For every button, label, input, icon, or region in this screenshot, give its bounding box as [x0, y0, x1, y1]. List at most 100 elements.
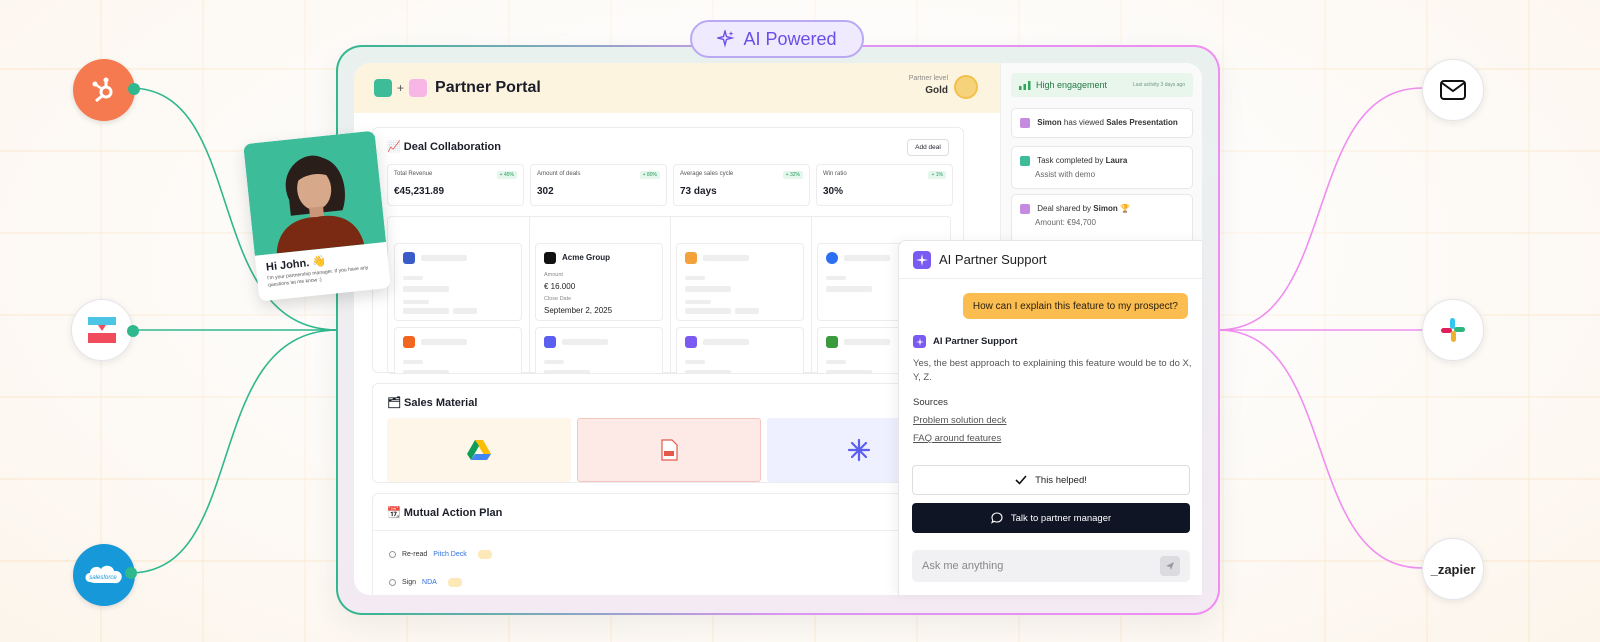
partner-manager-photo: [243, 130, 387, 256]
activity-user: Laura: [1105, 156, 1128, 166]
section-title: Mutual Action Plan: [403, 507, 503, 519]
hubspot-integration[interactable]: [73, 59, 135, 121]
activity-item[interactable]: Task completed by Laura Assist with demo: [1011, 146, 1193, 189]
zapier-integration[interactable]: _zapier: [1422, 538, 1484, 600]
avatar: [1020, 204, 1030, 214]
engagement-meta: Last activity 3 days ago: [1133, 82, 1185, 88]
metric-card: Win ratio + 1% 30%: [816, 164, 953, 206]
activity-text: Deal shared by: [1037, 204, 1092, 214]
metric-delta: + 32%: [782, 171, 803, 179]
sales-material-title: 🗂 Sales Material: [387, 396, 477, 409]
plan-item-text: Sign: [402, 579, 417, 586]
folder-icon: 🗂: [387, 397, 401, 409]
deal-card[interactable]: [394, 243, 522, 321]
metric-card: Total Revenue + 45% €45,231.89: [387, 164, 524, 206]
source-link[interactable]: Problem solution deck: [913, 415, 1006, 426]
slack-integration[interactable]: [1422, 299, 1484, 361]
activity-object: Sales Presentation: [1106, 118, 1178, 128]
partner-level-label: Partner level: [908, 75, 948, 82]
support-header: AI Partner Support: [899, 241, 1203, 279]
checkbox[interactable]: [389, 551, 396, 558]
column-divider: [811, 217, 812, 373]
input-placeholder: Ask me anything: [922, 560, 1004, 572]
metric-delta: + 1%: [928, 171, 946, 179]
page-title: Partner Portal: [435, 79, 541, 96]
metric-card: Amount of deals + 80% 302: [530, 164, 667, 206]
company-logo: [409, 79, 428, 97]
company-icon: [826, 252, 838, 264]
avatar: [276, 155, 365, 254]
deal-card[interactable]: [676, 327, 804, 373]
email-icon: [1440, 80, 1466, 100]
deal-card[interactable]: [535, 327, 663, 373]
engagement-banner: High engagement Last activity 3 days ago: [1011, 73, 1193, 97]
planhat-integration[interactable]: [71, 299, 133, 361]
plan-item-link[interactable]: NDA: [422, 579, 437, 586]
send-button[interactable]: [1160, 556, 1180, 576]
metric-value: 73 days: [680, 186, 717, 197]
add-deal-button[interactable]: Add deal: [907, 139, 949, 156]
trophy-icon: 🏆: [1119, 204, 1130, 214]
activity-text: has viewed: [1063, 118, 1104, 128]
metric-value: 302: [537, 186, 554, 197]
metric-delta: + 45%: [496, 171, 517, 179]
activity-sub: Assist with demo: [1035, 170, 1096, 179]
engagement-label: High engagement: [1036, 80, 1108, 90]
signal-icon: [1019, 80, 1031, 90]
pdf-material[interactable]: [577, 418, 761, 482]
plan-item-link[interactable]: Pitch Deck: [433, 551, 466, 558]
deal-card[interactable]: [676, 243, 804, 321]
send-icon: [1166, 562, 1174, 570]
partner-level-value: Gold: [925, 85, 948, 96]
deal-card[interactable]: [394, 327, 522, 373]
company-icon: [544, 336, 556, 348]
activity-user: Simon: [1093, 204, 1118, 214]
deal-pipeline: Acme Group Amount € 16.000 Close Date Se…: [387, 216, 951, 374]
hubspot-icon: [92, 77, 113, 103]
svg-text:salesforce: salesforce: [89, 575, 117, 581]
company-icon: [403, 252, 415, 264]
deal-company-name: Acme Group: [562, 253, 611, 262]
company-icon: [403, 336, 415, 348]
deal-card-acme[interactable]: Acme Group Amount € 16.000 Close Date Se…: [535, 243, 663, 321]
button-label: Talk to partner manager: [1010, 512, 1112, 524]
activity-item[interactable]: Simon has viewed Sales Presentation: [1011, 108, 1193, 138]
connector-email: [1217, 87, 1423, 331]
pdf-icon: [661, 439, 678, 461]
company-icon: [826, 336, 838, 348]
deal-collaboration-title: 📈 Deal Collaboration: [387, 140, 501, 153]
divider: [373, 530, 963, 531]
plan-item[interactable]: Sign NDA: [389, 578, 462, 587]
salesforce-icon: salesforce: [85, 565, 122, 584]
ai-support-panel: AI Partner Support How can I explain thi…: [898, 240, 1203, 595]
this-helped-button[interactable]: This helped!: [912, 465, 1190, 495]
sales-material-card: 🗂 Sales Material: [372, 383, 964, 483]
plan-item[interactable]: Re-read Pitch Deck: [389, 550, 492, 559]
asterisk-icon: [847, 438, 871, 462]
avatar: [1020, 118, 1030, 128]
avatar: [1020, 156, 1030, 166]
sparkle-icon: [913, 335, 926, 348]
ai-powered-badge: AI Powered: [690, 20, 864, 58]
support-title: AI Partner Support: [939, 252, 1047, 267]
bot-answer: Yes, the best approach to explaining thi…: [913, 358, 1192, 383]
plus-sign: +: [397, 81, 405, 95]
talk-to-partner-manager-button[interactable]: Talk to partner manager: [912, 503, 1190, 533]
badge-label: AI Powered: [743, 28, 837, 49]
chat-bubble-icon: [990, 512, 1003, 524]
acme-logo-icon: [544, 252, 556, 264]
connector-dot: [128, 83, 140, 95]
source-link[interactable]: FAQ around features: [913, 433, 1001, 444]
checkbox[interactable]: [389, 579, 396, 586]
activity-sub: Amount: €94,700: [1035, 218, 1096, 227]
email-integration[interactable]: [1422, 59, 1484, 121]
connector-dot: [127, 325, 139, 337]
metric-value: 30%: [823, 186, 844, 197]
google-drive-icon: [467, 440, 491, 460]
partner-manager-card: Hi John. 👋 I'm your partnership manager.…: [243, 130, 391, 302]
section-title: Sales Material: [404, 397, 478, 409]
plan-tag: [477, 550, 492, 559]
drive-material[interactable]: [387, 418, 571, 482]
mutual-action-plan-card: 📆 Mutual Action Plan Re-read Pitch Deck …: [372, 493, 964, 595]
ask-input[interactable]: Ask me anything: [912, 550, 1190, 582]
